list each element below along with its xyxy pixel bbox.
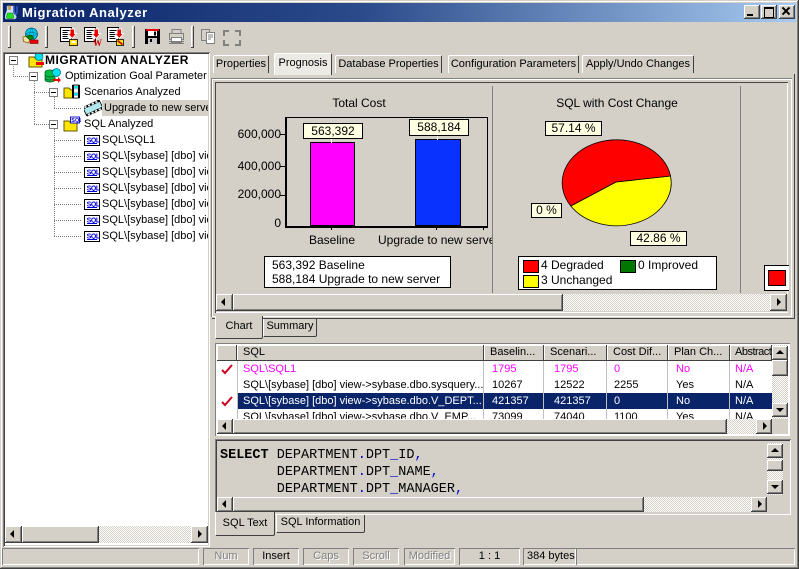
svg-text:W: W: [93, 38, 102, 46]
svg-text:SQL: SQL: [71, 118, 81, 124]
